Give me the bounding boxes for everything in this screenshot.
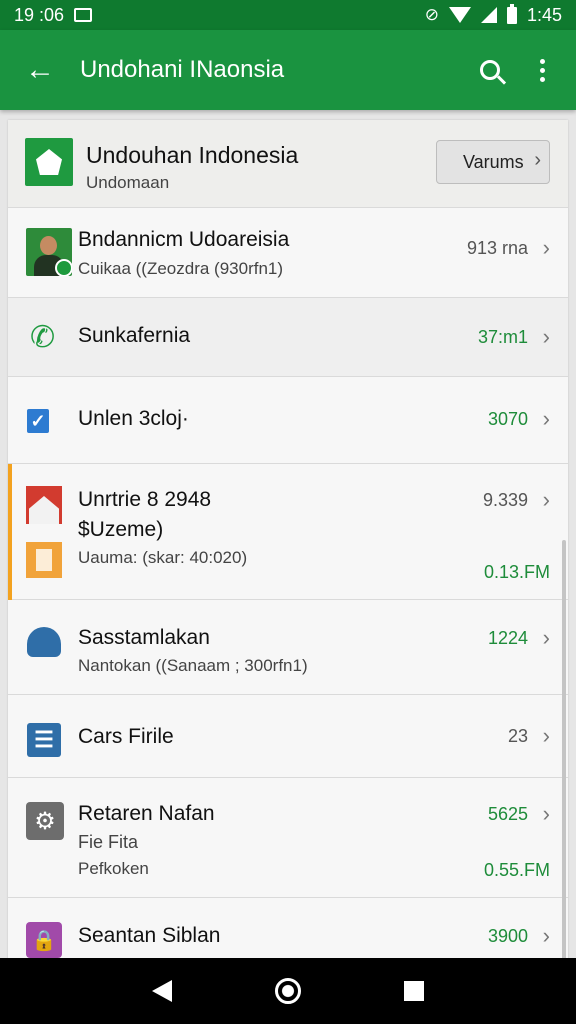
notification-icon [74,8,93,22]
list-item-title: Bndannicm Udoareisia [78,228,290,251]
list-item-detail: Pefkoken [78,859,149,878]
nav-home-icon[interactable] [274,978,301,1004]
chevron-right-icon: › [542,324,550,349]
chevron-right-icon: › [542,487,550,512]
bell-icon [27,627,61,657]
chevron-right-icon: › [534,149,541,171]
list-item-value: 9.339 [482,490,528,510]
chevron-right-icon: › [542,723,550,748]
phone-icon: ✆ [30,321,56,354]
app-bar-title: Undohani INaonsia [80,56,285,83]
list-item-secondary-value: 0.55.FM [483,860,550,880]
checkbox-icon: ✓ [27,409,49,433]
list-item-value: 3900 [487,926,528,946]
lock-icon: 🔒 [26,922,62,958]
list-item-subtitle: Cuikaa ((Zeozdra (930rfn1) [78,259,284,278]
list-item-title: Sunkafernia [78,324,191,347]
list-item-value: 37:m1 [477,327,528,347]
file-icon: ☰ [27,723,61,757]
back-arrow-icon[interactable]: ← [0,30,80,110]
list-item[interactable]: ✓ Unlen 3cloj· 3070 › [8,377,568,464]
app-bar: ← Undohani INaonsia [0,30,576,110]
navigation-bar [0,958,576,1024]
list-item[interactable]: Unrtrie 8 2948 $Uzeme) Uauma: (skar: 40:… [8,464,568,600]
list-item-title: Seantan Siblan [78,924,221,947]
list-item[interactable]: Bndannicm Udoareisia Cuikaa ((Zeozdra (9… [8,208,568,298]
list-item-subtitle: Fie Fita [78,832,139,852]
header-row: Undouhan Indonesia Undomaan Varums › [8,120,568,208]
list-item-title: Cars Firile [78,725,174,748]
list-item-value: 1224 [487,628,528,648]
selection-accent [8,464,12,600]
status-time-right: 1:45 [526,4,562,25]
header-action-button[interactable]: Varums › [436,140,550,184]
chevron-right-icon: › [542,923,550,948]
image-icon [26,486,62,578]
list-item-title: Sasstamlakan [78,626,210,649]
no-sim-icon: ⊘ [424,5,439,24]
list-item-subtitle: Nantokan ((Sanaam ; 300rfn1) [78,656,308,675]
scrollbar[interactable] [562,540,566,960]
search-icon [480,60,500,80]
list-item[interactable]: 🔒 Seantan Siblan 3900 › [8,898,568,960]
header-action-label: Varums [463,151,524,172]
search-button[interactable] [464,30,516,110]
list-item-value: 913 rna [466,238,528,258]
chevron-right-icon: › [542,625,550,650]
list-item-title: Retaren Nafan [78,802,215,825]
list-item[interactable]: ⚙ Retaren Nafan Fie Fita Pefkoken 5625 ›… [8,778,568,898]
app-logo-icon [25,138,73,186]
list-item-detail: Uauma: (skar: 40:020) [78,548,248,567]
battery-icon [506,3,517,24]
header-subtitle: Undomaan [86,173,170,192]
nav-back-icon[interactable] [151,980,172,1002]
gear-icon: ⚙ [26,802,64,840]
status-bar: 19 :06 ⊘ 1:45 [0,0,576,30]
content-card: Undouhan Indonesia Undomaan Varums › Bnd… [8,120,568,960]
list-item-secondary-value: 0.13.FM [483,562,550,582]
chevron-right-icon: › [542,235,550,260]
list-item-subtitle: $Uzeme) [78,518,164,541]
header-title: Undouhan Indonesia [86,142,299,168]
chevron-right-icon: › [542,406,550,431]
signal-icon [480,7,497,23]
list-item-title: Unlen 3cloj· [78,407,189,430]
chevron-right-icon: › [542,801,550,826]
nav-recents-icon[interactable] [404,981,425,1001]
list-item[interactable]: Sasstamlakan Nantokan ((Sanaam ; 300rfn1… [8,600,568,695]
status-time-left: 19 :06 [14,4,65,25]
list-item-value: 5625 [487,804,528,824]
list-item[interactable]: ✆ Sunkafernia 37:m1 › [8,298,568,377]
list-item-value: 3070 [487,409,528,429]
wifi-icon [448,7,471,23]
list-item-value: 23 [507,726,528,746]
more-options-button[interactable] [516,30,568,110]
avatar [26,228,72,276]
list-item[interactable]: ☰ Cars Firile 23 › [8,695,568,778]
list-item-title: Unrtrie 8 2948 [78,488,212,511]
more-vert-icon [539,58,545,82]
